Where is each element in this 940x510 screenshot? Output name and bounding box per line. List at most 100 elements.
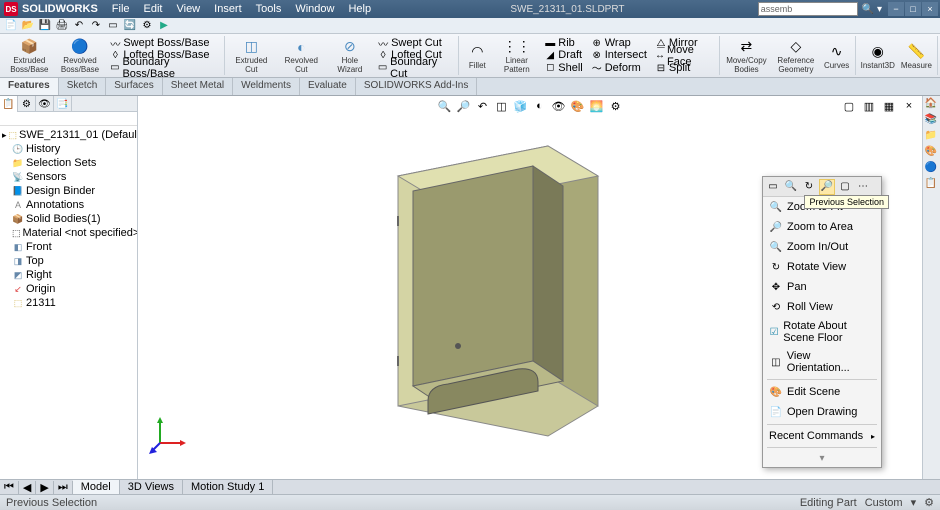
revolved-cut-button[interactable]: ◐Revolved Cut — [276, 36, 327, 75]
menu-file[interactable]: File — [106, 1, 136, 17]
ctx-pan[interactable]: ✥Pan — [763, 277, 881, 297]
viewport-quad-icon[interactable]: ▦ — [880, 98, 898, 114]
ctx-select-icon[interactable]: ▭ — [765, 179, 781, 195]
search-icon[interactable]: 🔍 ▾ — [862, 4, 882, 15]
status-dropdown-icon[interactable]: ▾ — [911, 496, 917, 509]
tree-right[interactable]: ◩Right — [2, 268, 135, 282]
3d-model[interactable] — [368, 126, 628, 456]
3d-viewport[interactable]: 🔍 🔎 ↶ ◫ 🧊 ◐ 👁 🎨 🌅 ⚙ ▢ ▥ ▦ × — [138, 96, 922, 479]
status-gear-icon[interactable]: ⚙ — [924, 496, 934, 509]
viewport-single-icon[interactable]: ▢ — [840, 98, 858, 114]
tab-addins[interactable]: SOLIDWORKS Add-Ins — [356, 78, 477, 95]
status-custom[interactable]: Custom — [865, 497, 903, 509]
rail-view-palette-icon[interactable]: 🎨 — [925, 146, 939, 160]
curves-button[interactable]: ∿Curves — [821, 36, 853, 75]
options-icon[interactable]: ⚙ — [140, 19, 154, 33]
tree-sensors[interactable]: 📡Sensors — [2, 170, 135, 184]
rail-resources-icon[interactable]: 🏠 — [925, 98, 939, 112]
close-button[interactable]: × — [922, 2, 938, 16]
save-icon[interactable]: 💾 — [38, 19, 52, 33]
menu-window[interactable]: Window — [289, 1, 340, 17]
open-icon[interactable]: 📂 — [21, 19, 35, 33]
ctx-recent-commands[interactable]: Recent Commands▸ — [763, 427, 881, 445]
tree-origin[interactable]: ↙Origin — [2, 282, 135, 296]
menu-insert[interactable]: Insert — [208, 1, 248, 17]
deform-button[interactable]: 〜Deform — [589, 62, 649, 74]
rail-appearances-icon[interactable]: 🔵 — [925, 162, 939, 176]
search-input[interactable] — [758, 2, 858, 16]
play-icon[interactable]: ▶ — [157, 19, 171, 33]
viewport-close-icon[interactable]: × — [900, 98, 918, 114]
ctx-zoom-area[interactable]: 🔎Zoom to Area — [763, 217, 881, 237]
edit-appearance-icon[interactable]: 🎨 — [569, 98, 587, 114]
ctx-rotate-scene-floor[interactable]: ☑Rotate About Scene Floor — [763, 317, 881, 347]
menu-view[interactable]: View — [170, 1, 206, 17]
extruded-boss-button[interactable]: 📦Extruded Boss/Base — [4, 36, 55, 75]
instant3d-button[interactable]: ◉Instant3D — [858, 36, 898, 75]
ctx-window-icon[interactable]: ▢ — [837, 179, 853, 195]
tree-solid-bodies[interactable]: 📦Solid Bodies(1) — [2, 212, 135, 226]
tree-material[interactable]: ⬚Material <not specified> — [2, 226, 135, 240]
new-icon[interactable]: 📄 — [4, 19, 18, 33]
rib-button[interactable]: ▬Rib — [542, 37, 584, 49]
print-icon[interactable]: 🖨 — [55, 19, 69, 33]
menu-edit[interactable]: Edit — [138, 1, 169, 17]
tree-design-binder[interactable]: 📘Design Binder — [2, 184, 135, 198]
draft-button[interactable]: ◢Draft — [542, 49, 584, 61]
linear-pattern-button[interactable]: ⋮⋮Linear Pattern — [493, 36, 540, 75]
tree-annotations[interactable]: AAnnotations — [2, 198, 135, 212]
ctx-view-orientation[interactable]: ◫View Orientation... — [763, 347, 881, 377]
zoom-fit-icon[interactable]: 🔍 — [436, 98, 454, 114]
ctx-zoom-icon[interactable]: 🔍 — [783, 179, 799, 195]
ctx-edit-scene[interactable]: 🎨Edit Scene — [763, 382, 881, 402]
boundary-cut-button[interactable]: ▭Boundary Cut — [375, 61, 454, 74]
move-face-button[interactable]: ↔Move Face — [653, 49, 715, 62]
tree-front[interactable]: ◧Front — [2, 240, 135, 254]
tab-weldments[interactable]: Weldments — [233, 78, 300, 95]
tab-sheetmetal[interactable]: Sheet Metal — [163, 78, 233, 95]
view-triad[interactable] — [148, 415, 188, 455]
hole-wizard-button[interactable]: ⊘Hole Wizard — [327, 36, 373, 75]
tab-sketch[interactable]: Sketch — [59, 78, 107, 95]
rail-custom-props-icon[interactable]: 📋 — [925, 178, 939, 192]
swept-cut-button[interactable]: 〰Swept Cut — [375, 37, 454, 49]
ctx-roll-view[interactable]: ⟲Roll View — [763, 297, 881, 317]
rail-file-explorer-icon[interactable]: 📁 — [925, 130, 939, 144]
tree-tab-property[interactable]: 📑 — [54, 96, 72, 112]
viewport-dual-icon[interactable]: ▥ — [860, 98, 878, 114]
tab-features[interactable]: Features — [0, 78, 59, 95]
minimize-button[interactable]: − — [888, 2, 904, 16]
redo-icon[interactable]: ↷ — [89, 19, 103, 33]
swept-boss-button[interactable]: 〰Swept Boss/Base — [107, 37, 219, 49]
move-copy-bodies-button[interactable]: ⇄Move/Copy Bodies — [722, 36, 771, 75]
bt-tab-model[interactable]: Model — [73, 480, 120, 494]
undo-icon[interactable]: ↶ — [72, 19, 86, 33]
tree-history[interactable]: 🕒History — [2, 142, 135, 156]
fillet-button[interactable]: ◠Fillet — [461, 36, 493, 75]
tab-surfaces[interactable]: Surfaces — [106, 78, 162, 95]
view-orientation-icon[interactable]: 🧊 — [512, 98, 530, 114]
split-button[interactable]: ⊟Split — [653, 62, 715, 74]
section-view-icon[interactable]: ◫ — [493, 98, 511, 114]
ctx-collapse[interactable]: ▾ — [763, 450, 881, 467]
ctx-rotate-view[interactable]: ↻Rotate View — [763, 257, 881, 277]
boundary-boss-button[interactable]: ▭Boundary Boss/Base — [107, 61, 219, 74]
maximize-button[interactable]: □ — [905, 2, 921, 16]
wrap-button[interactable]: ⊕Wrap — [589, 37, 649, 49]
rebuild-icon[interactable]: 🔄 — [123, 19, 137, 33]
bt-last-icon[interactable]: ⏭ — [54, 481, 73, 494]
bt-next-icon[interactable]: ▶ — [36, 481, 53, 494]
bt-first-icon[interactable]: ⏮ — [0, 481, 19, 494]
previous-view-icon[interactable]: ↶ — [474, 98, 492, 114]
ctx-prev-sel-icon[interactable]: 🔎 — [819, 179, 835, 195]
bt-prev-icon[interactable]: ◀ — [19, 481, 36, 494]
apply-scene-icon[interactable]: 🌅 — [588, 98, 606, 114]
tree-root[interactable]: ▸⬚SWE_21311_01 (Default<<Def — [2, 128, 135, 142]
tab-evaluate[interactable]: Evaluate — [300, 78, 356, 95]
hide-show-icon[interactable]: 👁 — [550, 98, 568, 114]
tree-tab-config[interactable]: ⚙ — [18, 96, 36, 112]
shell-button[interactable]: ◻Shell — [542, 62, 584, 74]
tree-tab-display[interactable]: 👁 — [36, 96, 54, 112]
ctx-rotate-icon[interactable]: ↻ — [801, 179, 817, 195]
ctx-open-drawing[interactable]: 📄Open Drawing — [763, 402, 881, 422]
